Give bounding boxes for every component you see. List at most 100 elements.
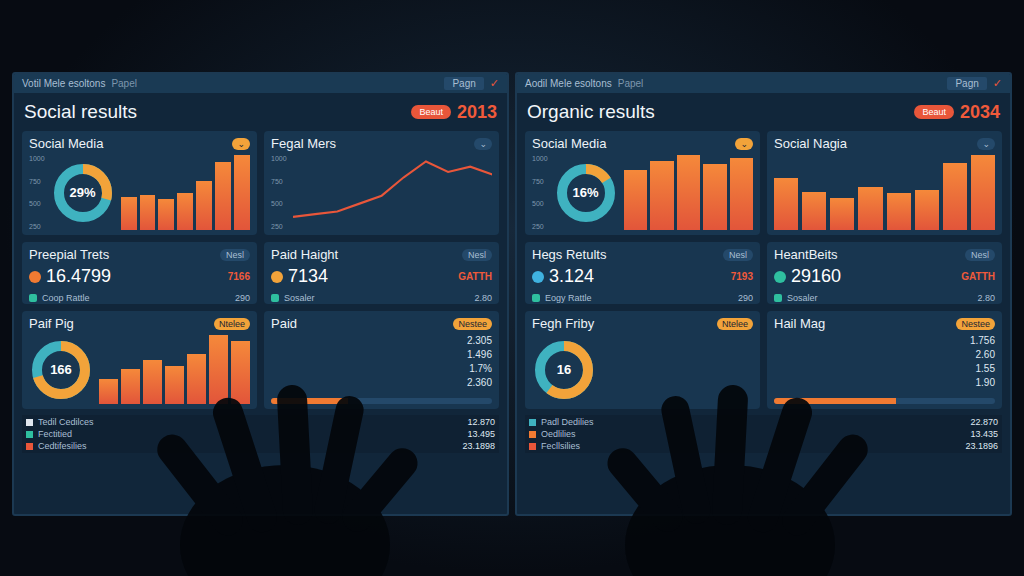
dashboard-card[interactable]: Hegs RetultsNesl3.1247193Eogy Rattle290 xyxy=(525,242,760,304)
legend: Padl Dedilies22.870Oedlilies13.435Feclls… xyxy=(525,415,1002,453)
dashboard-card[interactable]: HeantBeitsNesl29160GATTHSosaler2.80 xyxy=(767,242,1002,304)
card-menu[interactable]: ⌄ xyxy=(232,138,250,150)
dashboard-card[interactable]: Hail Mag Nestee 1.7562.601.551.90 xyxy=(767,311,1002,409)
legend-label: Tedil Cedilces xyxy=(38,417,94,427)
dashboard-card[interactable]: Fegal Mers⌄1000750500250 xyxy=(264,131,499,235)
sub-dot-icon xyxy=(271,294,279,302)
card-menu[interactable]: ⌄ xyxy=(977,138,995,150)
legend-swatch-icon xyxy=(529,431,536,438)
stat-dot-icon xyxy=(271,271,283,283)
stat-sub-value: 2.80 xyxy=(474,293,492,303)
year: 2034 xyxy=(960,102,1000,123)
stat-delta: GATTH xyxy=(458,271,492,282)
dashboard-card[interactable]: Paid HaightNesl7134GATTHSosaler2.80 xyxy=(264,242,499,304)
bar xyxy=(215,162,231,230)
bar xyxy=(187,354,206,404)
axis-tick: 500 xyxy=(29,200,45,207)
list-value: 1.90 xyxy=(976,377,995,388)
bar xyxy=(943,163,967,230)
check-icon[interactable]: ✓ xyxy=(993,77,1002,90)
dashboard-card[interactable]: Paif PigNtelee166 xyxy=(22,311,257,409)
stat-dot-icon xyxy=(29,271,41,283)
card-header: HeantBeitsNesl xyxy=(774,247,995,262)
line-chart: 1000750500250 xyxy=(271,155,492,230)
card-menu[interactable]: ⌄ xyxy=(474,138,492,150)
page-button[interactable]: Pagn xyxy=(444,77,483,90)
progress-fill xyxy=(271,398,348,404)
card-menu[interactable]: ⌄ xyxy=(735,138,753,150)
donut-value: 16 xyxy=(532,338,596,402)
card-title: Preepial Trets xyxy=(29,247,109,262)
bar xyxy=(209,335,228,404)
donut-chart: 166 xyxy=(29,335,250,404)
bar xyxy=(802,192,826,230)
donut-value: 29% xyxy=(51,161,115,225)
legend-item: Oedlilies13.435 xyxy=(529,429,998,439)
window-tag: Papel xyxy=(111,78,137,89)
list-value: 2.305 xyxy=(467,335,492,346)
axis-tick: 1000 xyxy=(29,155,45,162)
legend-swatch-icon xyxy=(26,419,33,426)
sub-dot-icon xyxy=(29,294,37,302)
window-bar: Votil Mele esoltonsPapelPagn✓ xyxy=(14,74,507,93)
bar xyxy=(650,161,673,230)
bar xyxy=(730,158,753,230)
dashboard-card[interactable]: Preepial TretsNesl16.47997166Coop Rattle… xyxy=(22,242,257,304)
card-pill[interactable]: Nesl xyxy=(220,249,250,261)
bar xyxy=(143,360,162,404)
legend-label: Oedlilies xyxy=(541,429,576,439)
dashboard-card[interactable]: Social Media⌄100075050025016% xyxy=(525,131,760,235)
legend-item: Cedtifesilies23.1898 xyxy=(26,441,495,451)
card-pill[interactable]: Nesl xyxy=(723,249,753,261)
stat-value: 16.4799 xyxy=(46,266,111,287)
bar xyxy=(774,178,798,230)
dashboard-card[interactable]: Social Media⌄100075050025029% xyxy=(22,131,257,235)
badge[interactable]: Beaut xyxy=(914,105,954,119)
axis-ticks: 1000750500250 xyxy=(532,155,548,230)
monitor-screen: Aodil Mele esoltonsPapelPagn✓Organic res… xyxy=(515,72,1012,516)
bar xyxy=(121,369,140,404)
stat-sub-label: Sosaler xyxy=(284,293,315,303)
stat-value: 29160 xyxy=(791,266,841,287)
card-menu[interactable]: Ntelee xyxy=(214,318,250,330)
card-menu[interactable]: Nestee xyxy=(453,318,492,330)
dashboard-card[interactable]: Paid Nestee 2.3051.4961.7%2.360 xyxy=(264,311,499,409)
bars xyxy=(774,155,995,230)
screen-title: Organic results xyxy=(527,101,655,123)
stat: 16.47997166Coop Rattle290 xyxy=(29,266,250,299)
title-row: Organic results Beaut 2034 xyxy=(525,99,1002,125)
stat-delta: 7166 xyxy=(228,271,250,282)
list-value: 2.60 xyxy=(976,349,995,360)
card-menu[interactable]: Nestee xyxy=(956,318,995,330)
axis-tick: 1000 xyxy=(271,155,287,162)
page-button[interactable]: Pagn xyxy=(947,77,986,90)
legend-swatch-icon xyxy=(26,443,33,450)
legend-item: Fectitied13.495 xyxy=(26,429,495,439)
bar xyxy=(234,155,250,230)
card-pill[interactable]: Nesl xyxy=(965,249,995,261)
card-header: Paid Nestee xyxy=(271,316,492,331)
value-list: 1.7562.601.551.90 xyxy=(774,335,995,404)
donut-value: 166 xyxy=(29,338,93,402)
value-list: 2.3051.4961.7%2.360 xyxy=(271,335,492,404)
card-pill[interactable]: Nesl xyxy=(462,249,492,261)
axis-tick: 500 xyxy=(532,200,548,207)
window-tag: Papel xyxy=(618,78,644,89)
card-header: Fegh FribyNtelee xyxy=(532,316,753,331)
dashboard-card[interactable]: Fegh FribyNtelee 16 xyxy=(525,311,760,409)
check-icon[interactable]: ✓ xyxy=(490,77,499,90)
bar xyxy=(677,155,700,230)
legend-label: Fectitied xyxy=(38,429,72,439)
card-title: Paid xyxy=(271,316,297,331)
progress-track xyxy=(271,398,492,404)
card-title: Hail Mag xyxy=(774,316,825,331)
window-bar: Aodil Mele esoltonsPapelPagn✓ xyxy=(517,74,1010,93)
legend-label: Cedtifesilies xyxy=(38,441,87,451)
legend: Tedil Cedilces12.870Fectitied13.495Cedti… xyxy=(22,415,499,453)
dashboard-card[interactable]: Social Nagia⌄ xyxy=(767,131,1002,235)
screen-title: Social results xyxy=(24,101,137,123)
badge[interactable]: Beaut xyxy=(411,105,451,119)
card-header: Paid HaightNesl xyxy=(271,247,492,262)
stat-sub-value: 2.80 xyxy=(977,293,995,303)
card-menu[interactable]: Ntelee xyxy=(717,318,753,330)
